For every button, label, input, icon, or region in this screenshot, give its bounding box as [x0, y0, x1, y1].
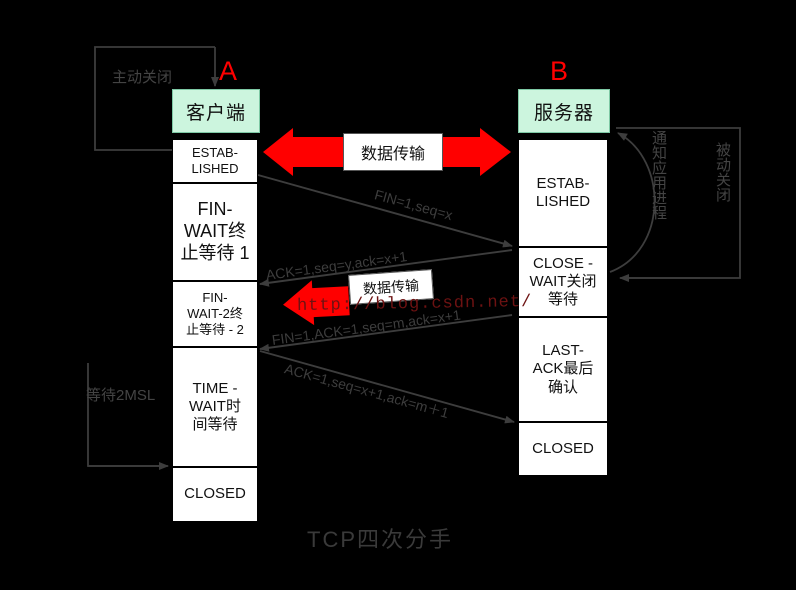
- state-line-2: WAIT-2终: [187, 306, 243, 322]
- state-line-2: WAIT时: [189, 397, 241, 415]
- client-state-fin-wait-1: FIN- WAIT终 止等待 1: [172, 183, 258, 281]
- state-line-2: LISHED: [191, 161, 239, 176]
- client-header-box: 客户端: [172, 89, 260, 133]
- state-line-1: FIN-: [197, 199, 233, 220]
- state-line-1: LAST-: [542, 342, 584, 360]
- endpoint-letter-b: B: [550, 56, 569, 86]
- server-title: 服务器: [533, 102, 594, 124]
- state-line-1: CLOSE -: [532, 254, 593, 272]
- packet-arrow-fin1: [257, 174, 513, 248]
- client-state-established: ESTAB- LISHED: [172, 139, 258, 183]
- state-line-3: 止等待 1: [180, 242, 250, 263]
- state-line-2: WAIT终: [183, 221, 247, 242]
- state-line-3: 确认: [547, 378, 578, 396]
- state-line-1: ESTAB-: [536, 174, 590, 192]
- passive-close-label: 被动关闭: [714, 142, 731, 202]
- server-state-established: ESTAB- LISHED: [518, 139, 608, 247]
- state-line-1: CLOSED: [532, 439, 594, 457]
- state-line-2: LISHED: [535, 193, 591, 210]
- server-header-box: 服务器: [518, 89, 610, 133]
- endpoint-letter-a: A: [219, 56, 238, 86]
- state-line-2: ACK最后: [532, 360, 594, 378]
- server-state-last-ack: LAST- ACK最后 确认: [518, 317, 608, 422]
- data-transfer-arrow-left: [263, 128, 343, 176]
- data-transfer-arrow-right: [443, 128, 511, 176]
- diagram-caption: TCP四次分手: [307, 527, 454, 552]
- state-line-1: CLOSED: [184, 485, 246, 503]
- state-line-3: 间等待: [192, 416, 238, 434]
- state-line-2: WAIT关闭: [529, 272, 597, 290]
- state-line-3: 止等待 - 2: [186, 321, 244, 337]
- notify-application-label: 通知应用进程: [650, 130, 667, 220]
- wait-2msl-bracket: [87, 363, 169, 470]
- tcp-four-way-handshake-diagram: A B 客户端 ESTAB- LISHED FIN- WAIT终 止等待 1 F…: [0, 0, 796, 590]
- client-state-time-wait: TIME - WAIT时 间等待: [172, 347, 258, 467]
- state-line-1: TIME -: [192, 379, 238, 397]
- server-state-closed: CLOSED: [518, 422, 608, 476]
- client-state-fin-wait-2: FIN- WAIT-2终 止等待 - 2: [172, 281, 258, 347]
- state-line-1: ESTAB-: [192, 145, 238, 161]
- client-title: 客户端: [185, 102, 246, 124]
- data-transfer-label-top: 数据传输: [343, 133, 443, 171]
- state-line-3: 等待: [547, 291, 578, 309]
- wait-2msl-label: 等待2MSL: [86, 387, 156, 404]
- client-state-closed: CLOSED: [172, 467, 258, 522]
- active-close-label: 主动关闭: [112, 69, 173, 86]
- state-line-1: FIN-: [202, 290, 228, 306]
